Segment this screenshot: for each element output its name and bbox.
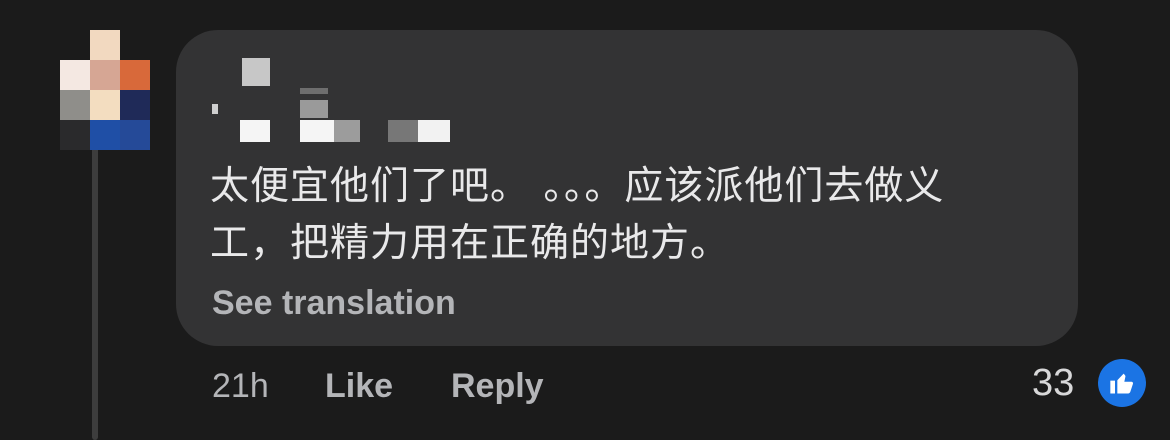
comment-text-line: 太便宜他们了吧。 。。。应该派他们去做义 [210,164,945,209]
thread-connector-line [92,140,98,440]
thumbs-up-icon [1110,373,1134,394]
comment-text-line: 工，把精力用在正确的地方。 [210,221,731,266]
reaction-count[interactable]: 33 [1032,362,1074,405]
see-translation-link[interactable]: See translation [212,284,456,323]
like-reaction-badge[interactable] [1098,359,1146,407]
comment-text: 太便宜他们了吧。 。。。应该派他们去做义 工，把精力用在正确的地方。 [210,158,1060,272]
avatar[interactable] [60,30,156,150]
like-button[interactable]: Like [325,367,393,406]
comment-timestamp[interactable]: 21h [212,367,269,406]
commenter-name-redacted[interactable] [212,46,472,146]
reply-button[interactable]: Reply [451,367,544,406]
